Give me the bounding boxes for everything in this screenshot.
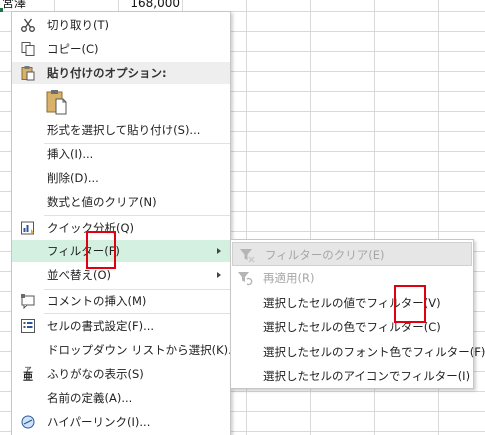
menu-item-cut[interactable]: 切り取り(T) — [12, 14, 230, 36]
submenu-item-reapply[interactable]: 再適用(R) — [231, 266, 473, 290]
menu-item-insert-comment[interactable]: コメントの挿入(M) — [12, 290, 230, 312]
submenu-item-filter-by-font-color[interactable]: 選択したセルのフォント色でフィルター(F) — [231, 340, 485, 364]
submenu-item-filter-by-icon[interactable]: 選択したセルのアイコンでフィルター(I) — [231, 364, 473, 388]
menu-item-label: 形式を選択して貼り付け(S)... — [47, 123, 201, 137]
filter-submenu: フィルターのクリア(E) 再適用(R) 選択したセルの値でフィルター(V) 選択… — [230, 239, 485, 389]
copy-icon — [20, 41, 36, 57]
menu-item-phonetic[interactable]: ア亜 ふりがなの表示(S) — [12, 363, 230, 385]
menu-item-label: 削除(D)... — [47, 171, 99, 185]
menu-item-label: セルの書式設定(F)... — [47, 319, 155, 333]
menu-item-hyperlink[interactable]: ハイパーリンク(I)... — [12, 411, 230, 433]
phonetic-icon: ア亜 — [23, 366, 33, 383]
menu-item-quick-analysis[interactable]: クイック分析(Q) — [12, 217, 230, 239]
submenu-item-label: 再適用(R) — [263, 271, 315, 285]
hyperlink-icon — [20, 414, 36, 430]
menu-item-define-name[interactable]: 名前の定義(A)... — [12, 387, 230, 409]
menu-item-label: 切り取り(T) — [47, 18, 109, 32]
scissors-icon — [20, 17, 36, 33]
menu-item-label: コメントの挿入(M) — [47, 294, 147, 308]
menu-item-paste-special[interactable]: 形式を選択して貼り付け(S)... — [12, 119, 230, 141]
submenu-item-clear-filter[interactable]: フィルターのクリア(E) — [232, 242, 472, 266]
submenu-item-label: フィルターのクリア(E) — [265, 248, 385, 262]
clipboard-icon — [20, 65, 36, 81]
clear-filter-icon — [239, 247, 255, 263]
quick-analysis-icon — [20, 220, 36, 236]
menu-item-label: 挿入(I)... — [47, 147, 94, 161]
annotation-box-value-key — [394, 285, 426, 323]
menu-item-dropdown-list[interactable]: ドロップダウン リストから選択(K)... — [12, 339, 239, 361]
section-title: 貼り付けのオプション: — [47, 66, 167, 80]
menu-item-label: コピー(C) — [47, 42, 99, 56]
format-cells-icon — [20, 318, 36, 334]
menu-item-label: ふりがなの表示(S) — [47, 367, 144, 381]
submenu-item-filter-by-value[interactable]: 選択したセルの値でフィルター(V) — [231, 291, 473, 315]
submenu-item-filter-by-color[interactable]: 選択したセルの色でフィルター(C) — [231, 315, 473, 339]
annotation-box-filter-key — [86, 231, 116, 269]
menu-item-label: ドロップダウン リストから選択(K)... — [47, 343, 240, 357]
menu-item-insert[interactable]: 挿入(I)... — [12, 143, 230, 165]
reapply-filter-icon — [237, 270, 253, 286]
menu-item-label: 数式と値のクリア(N) — [47, 195, 157, 209]
menu-item-filter[interactable]: フィルター(F) — [12, 240, 230, 262]
menu-item-delete[interactable]: 削除(D)... — [12, 167, 230, 189]
chevron-right-icon — [217, 272, 221, 278]
menu-item-label: 名前の定義(A)... — [47, 391, 133, 405]
paste-clipboard-icon — [46, 89, 68, 115]
menu-separator — [44, 313, 230, 314]
menu-separator — [44, 215, 230, 216]
chevron-right-icon — [217, 248, 221, 254]
menu-item-copy[interactable]: コピー(C) — [12, 38, 230, 60]
submenu-item-label: 選択したセルのアイコンでフィルター(I) — [263, 369, 471, 383]
comment-icon — [20, 293, 36, 309]
menu-item-label: ハイパーリンク(I)... — [47, 415, 151, 429]
paste-options-header: 貼り付けのオプション: — [12, 62, 230, 84]
menu-item-sort[interactable]: 並べ替え(O) — [12, 264, 230, 286]
context-menu: 切り取り(T) コピー(C) 貼り付けのオプション: 形式を選択して貼り付け(S… — [11, 11, 239, 435]
submenu-item-label: 選択したセルのフォント色でフィルター(F) — [263, 345, 485, 359]
menu-item-format-cells[interactable]: セルの書式設定(F)... — [12, 315, 230, 337]
paste-button[interactable] — [12, 87, 230, 119]
menu-item-clear[interactable]: 数式と値のクリア(N) — [12, 191, 230, 213]
